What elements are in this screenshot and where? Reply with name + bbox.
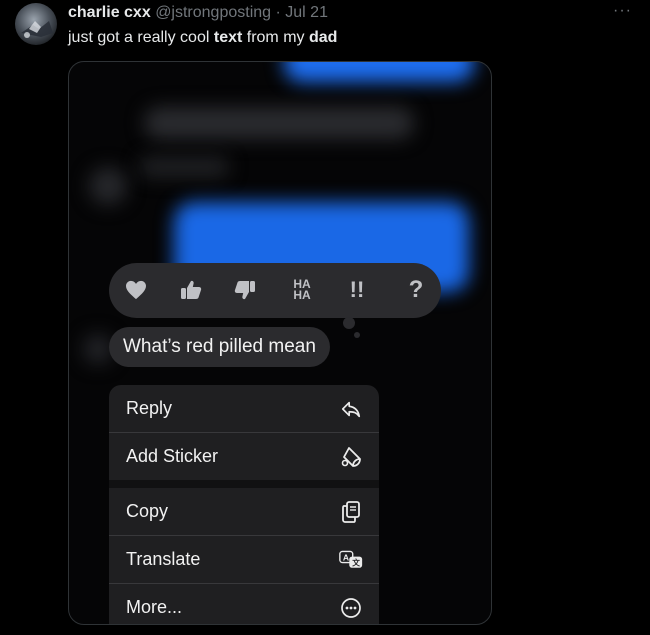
tweet-text-part: just got a really cool (68, 29, 214, 46)
tapback-bar: HA HA !! ? (109, 263, 441, 318)
message-bubble[interactable]: What’s red pilled mean (109, 327, 330, 367)
menu-item-reply[interactable]: Reply (109, 385, 379, 432)
avatar[interactable] (15, 3, 57, 45)
blurred-avatar (89, 167, 127, 205)
context-menu: Reply Add Sticker Copy Translate A 文 Mor… (109, 385, 379, 624)
author-name[interactable]: charlie cxx (68, 4, 151, 21)
svg-text:A: A (343, 552, 349, 562)
question-icon[interactable]: ? (401, 275, 431, 305)
tweet-text-bold: text (213, 29, 243, 46)
translate-icon: A 文 (339, 548, 363, 572)
exclamation-label: !! (349, 277, 365, 302)
svg-text:文: 文 (352, 558, 360, 568)
thumbs-down-icon[interactable] (230, 275, 260, 305)
copy-icon (339, 500, 363, 524)
separator-dot: · (275, 4, 281, 21)
heart-icon[interactable] (121, 275, 151, 305)
reply-icon (339, 397, 363, 421)
tweet-text-bold: dad (308, 29, 338, 46)
more-circle-icon (339, 596, 363, 620)
tweet-text: just got a really cool text from my dad (68, 28, 337, 48)
thumbs-up-icon[interactable] (176, 275, 206, 305)
blurred-message (284, 62, 474, 82)
menu-section-gap (109, 480, 379, 488)
author-handle[interactable]: @jstrongposting (155, 4, 271, 21)
tweet-header: charlie cxx @jstrongposting · Jul 21 (68, 3, 328, 23)
question-label: ? (408, 276, 424, 303)
tweet-date[interactable]: Jul 21 (285, 4, 328, 21)
tapback-tail (343, 317, 355, 329)
blurred-message (139, 157, 229, 177)
menu-item-translate[interactable]: Translate A 文 (109, 536, 379, 583)
tweet-media-image[interactable]: HA HA !! ? What’s red pilled mean Reply (68, 61, 492, 625)
menu-item-copy[interactable]: Copy (109, 488, 379, 535)
haha-bottom-label: HA (293, 288, 311, 302)
haha-icon[interactable]: HA HA (287, 275, 317, 305)
exclamation-icon[interactable]: !! (342, 275, 372, 305)
message-text: What’s red pilled mean (123, 336, 316, 357)
tweet: charlie cxx @jstrongposting · Jul 21 ···… (0, 0, 650, 635)
menu-item-add-sticker[interactable]: Add Sticker (109, 433, 379, 480)
tweet-text-part: from my (242, 29, 309, 46)
blurred-message (144, 107, 414, 139)
tapback-tail (354, 332, 360, 338)
more-options-icon[interactable]: ··· (613, 2, 632, 20)
sticker-icon (339, 445, 363, 469)
menu-item-more[interactable]: More... (109, 584, 379, 624)
